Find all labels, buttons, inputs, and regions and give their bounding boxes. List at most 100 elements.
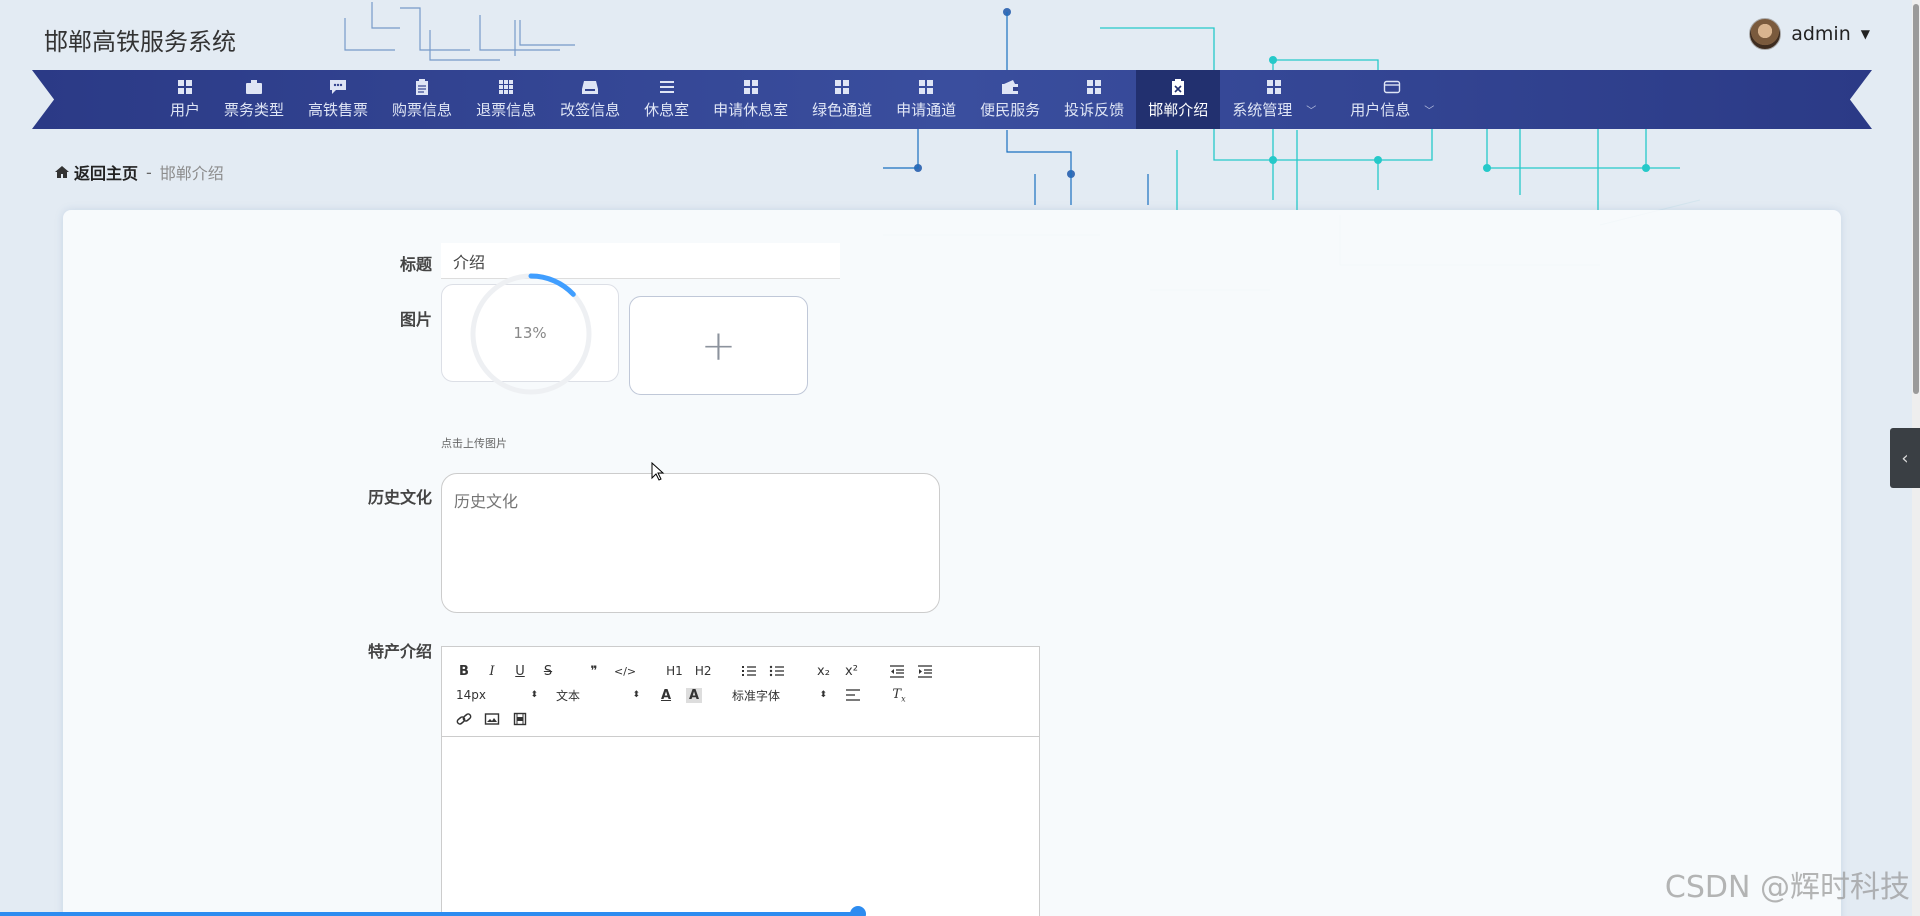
breadcrumb-current: 邯郸介绍	[159, 164, 224, 183]
upload-hint: 点击上传图片	[441, 437, 507, 450]
page-load-progress	[0, 912, 860, 916]
subscript-button[interactable]: x₂	[815, 664, 831, 679]
wallet-icon	[1002, 80, 1019, 94]
nav-item-ticket-sales[interactable]: 高铁售票	[296, 70, 380, 129]
header-select-value: 文本	[556, 688, 581, 703]
nav-label: 便民服务	[980, 101, 1041, 119]
grid-icon	[919, 80, 934, 94]
h1-button[interactable]: H1	[666, 664, 683, 678]
grid-icon	[178, 80, 192, 94]
rich-text-editor: B I U S ❞ </> H1 H2 x₂ x² 14px ⬍ 文本 ⬍ A A	[441, 646, 1040, 916]
nav-label: 购票信息	[392, 101, 453, 119]
history-textarea[interactable]	[441, 473, 940, 613]
nav-label: 申请休息室	[713, 101, 789, 119]
grid-icon	[499, 80, 514, 94]
progress-handle	[850, 906, 866, 916]
blockquote-button[interactable]: ❞	[586, 664, 602, 679]
updown-icon: ⬍	[530, 690, 538, 700]
code-button[interactable]: </>	[614, 665, 636, 678]
nav-label: 系统管理	[1232, 101, 1293, 119]
nav-label: 退票信息	[476, 101, 537, 119]
mouse-cursor-icon	[651, 462, 665, 481]
image-label: 图片	[399, 310, 432, 329]
nav-label: 投诉反馈	[1064, 101, 1125, 119]
bullet-list-icon[interactable]	[769, 664, 785, 678]
nav-item-apply-channel[interactable]: 申请通道	[884, 70, 968, 129]
breadcrumb: 返回主页 - 邯郸介绍	[54, 160, 224, 184]
username[interactable]: admin	[1791, 23, 1851, 45]
clipboard-icon	[416, 79, 429, 95]
font-size-select[interactable]: 14px ⬍	[456, 688, 538, 702]
card-icon	[1384, 80, 1401, 94]
grid-icon	[1267, 80, 1282, 94]
nav-label: 休息室	[644, 101, 690, 119]
font-size-value: 14px	[456, 688, 486, 702]
h2-button[interactable]: H2	[695, 664, 712, 678]
user-menu[interactable]: admin ▼	[1749, 18, 1870, 50]
nav-item-users[interactable]: 用户	[158, 70, 212, 129]
progress-text: 13%	[513, 324, 547, 342]
grid-icon	[743, 80, 758, 94]
title-label: 标题	[399, 255, 432, 274]
align-icon[interactable]	[845, 688, 861, 702]
upload-progress: 13%	[441, 273, 619, 395]
breadcrumb-separator: -	[146, 162, 152, 182]
font-color-icon[interactable]: A	[658, 688, 674, 703]
clear-format-icon[interactable]: Tx	[891, 687, 907, 704]
nav-item-ticket-types[interactable]: 票务类型	[212, 70, 296, 129]
editor-toolbar: B I U S ❞ </> H1 H2 x₂ x² 14px ⬍ 文本 ⬍ A A	[442, 647, 1039, 737]
image-icon[interactable]	[484, 712, 500, 726]
grid-icon	[835, 80, 850, 94]
upload-image-button[interactable]: +	[629, 296, 808, 395]
inbox-icon	[582, 81, 599, 94]
briefcase-icon	[246, 80, 263, 94]
breadcrumb-home[interactable]: 返回主页	[54, 160, 138, 184]
nav-item-lounge[interactable]: 休息室	[632, 70, 701, 129]
nav-item-apply-lounge[interactable]: 申请休息室	[701, 70, 800, 129]
chevron-left-icon: ‹	[1901, 447, 1909, 469]
watermark: CSDN @辉时科技	[1664, 870, 1910, 905]
editor-content[interactable]	[442, 737, 1039, 916]
side-toggle-button[interactable]: ‹	[1890, 428, 1920, 488]
italic-button[interactable]: I	[484, 664, 500, 679]
caret-down-icon[interactable]: ▼	[1861, 27, 1870, 41]
background-color-icon[interactable]: A	[686, 687, 702, 703]
chevron-down-icon: ﹀	[1424, 106, 1435, 117]
scroll-thumb[interactable]	[1913, 4, 1919, 394]
nav-item-purchase-info[interactable]: 购票信息	[380, 70, 464, 129]
outdent-icon[interactable]	[889, 664, 905, 678]
video-icon[interactable]	[512, 712, 528, 726]
nav-item-refund-info[interactable]: 退票信息	[464, 70, 548, 129]
nav-label: 票务类型	[224, 101, 285, 119]
updown-icon: ⬍	[632, 690, 640, 700]
link-icon[interactable]	[456, 712, 472, 726]
specialty-label: 特产介绍	[367, 642, 432, 661]
nav-item-system-management[interactable]: 系统管理 ﹀	[1220, 70, 1338, 129]
font-family-value: 标准字体	[732, 688, 781, 703]
nav-label: 高铁售票	[308, 101, 369, 119]
updown-icon: ⬍	[819, 690, 827, 700]
underline-button[interactable]: U	[512, 664, 528, 679]
avatar[interactable]	[1749, 18, 1782, 50]
nav-item-convenience[interactable]: 便民服务	[968, 70, 1052, 129]
nav-item-change-info[interactable]: 改签信息	[548, 70, 632, 129]
nav-item-green-channel[interactable]: 绿色通道	[800, 70, 884, 129]
nav-label: 邯郸介绍	[1148, 101, 1209, 119]
superscript-button[interactable]: x²	[843, 664, 859, 679]
nav-label: 绿色通道	[812, 101, 873, 119]
nav-item-feedback[interactable]: 投诉反馈	[1052, 70, 1136, 129]
bold-button[interactable]: B	[456, 664, 472, 679]
nav-items: 用户 票务类型 高铁售票 购票信息 退票信息 改签信息 休息室 申请休息室 绿色…	[158, 70, 1456, 129]
header-select[interactable]: 文本 ⬍	[556, 687, 640, 704]
strike-button[interactable]: S	[540, 664, 556, 679]
clipboard-x-icon	[1172, 79, 1185, 95]
list-icon	[659, 81, 674, 93]
nav-label: 用户信息	[1350, 101, 1411, 119]
breadcrumb-home-label[interactable]: 返回主页	[74, 160, 138, 184]
font-family-select[interactable]: 标准字体 ⬍	[732, 687, 827, 704]
ordered-list-icon[interactable]	[741, 664, 757, 678]
nav-item-handan-intro[interactable]: 邯郸介绍	[1136, 70, 1221, 129]
nav-item-user-info[interactable]: 用户信息 ﹀	[1338, 70, 1456, 129]
indent-icon[interactable]	[917, 664, 933, 678]
nav-label: 用户	[170, 101, 201, 119]
